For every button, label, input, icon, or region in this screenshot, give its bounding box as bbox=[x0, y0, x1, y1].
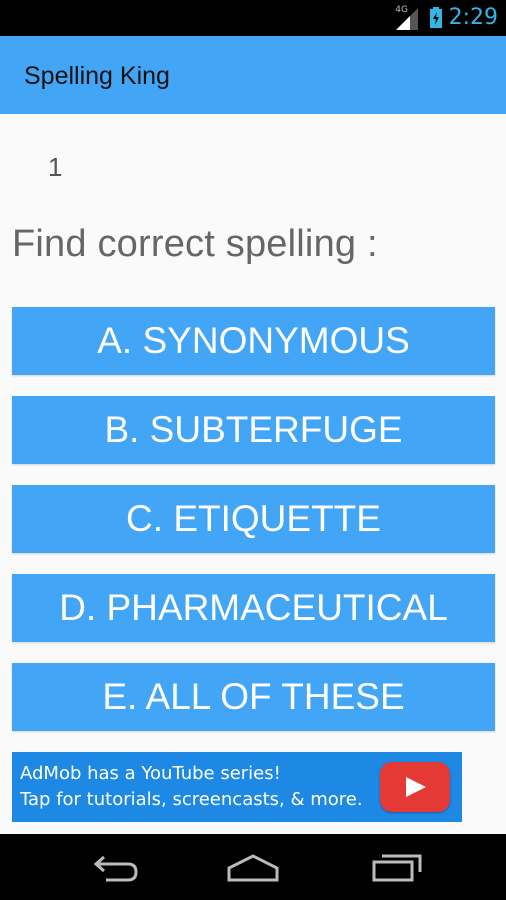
recents-button[interactable] bbox=[366, 850, 426, 884]
navigation-bar bbox=[0, 834, 506, 900]
option-d-button[interactable]: D. PHARMACEUTICAL bbox=[12, 574, 495, 642]
question-number: 1 bbox=[48, 152, 63, 182]
app-title: Spelling King bbox=[24, 62, 170, 90]
ad-banner[interactable]: AdMob has a YouTube series! Tap for tuto… bbox=[12, 752, 462, 822]
action-bar: Spelling King bbox=[0, 36, 506, 114]
home-button[interactable] bbox=[223, 850, 283, 884]
back-button[interactable] bbox=[84, 850, 144, 884]
option-b-button[interactable]: B. SUBTERFUGE bbox=[12, 396, 495, 464]
status-clock: 2:29 bbox=[448, 5, 498, 30]
home-icon bbox=[227, 854, 279, 882]
quiz-content: 1 Find correct spelling : A. SYNONYMOUS … bbox=[0, 114, 506, 834]
signal-strength-icon bbox=[396, 8, 418, 30]
option-c-button[interactable]: C. ETIQUETTE bbox=[12, 485, 495, 553]
youtube-play-icon bbox=[380, 762, 450, 812]
back-icon bbox=[93, 855, 138, 882]
question-prompt: Find correct spelling : bbox=[12, 223, 378, 265]
ad-line-1: AdMob has a YouTube series! bbox=[20, 763, 281, 784]
status-bar: 4G 2:29 bbox=[0, 0, 506, 36]
battery-charging-icon bbox=[430, 7, 442, 28]
ad-line-2: Tap for tutorials, screencasts, & more. bbox=[20, 789, 363, 810]
recents-icon bbox=[372, 854, 422, 882]
option-a-button[interactable]: A. SYNONYMOUS bbox=[12, 307, 495, 375]
option-e-button[interactable]: E. ALL OF THESE bbox=[12, 663, 495, 731]
